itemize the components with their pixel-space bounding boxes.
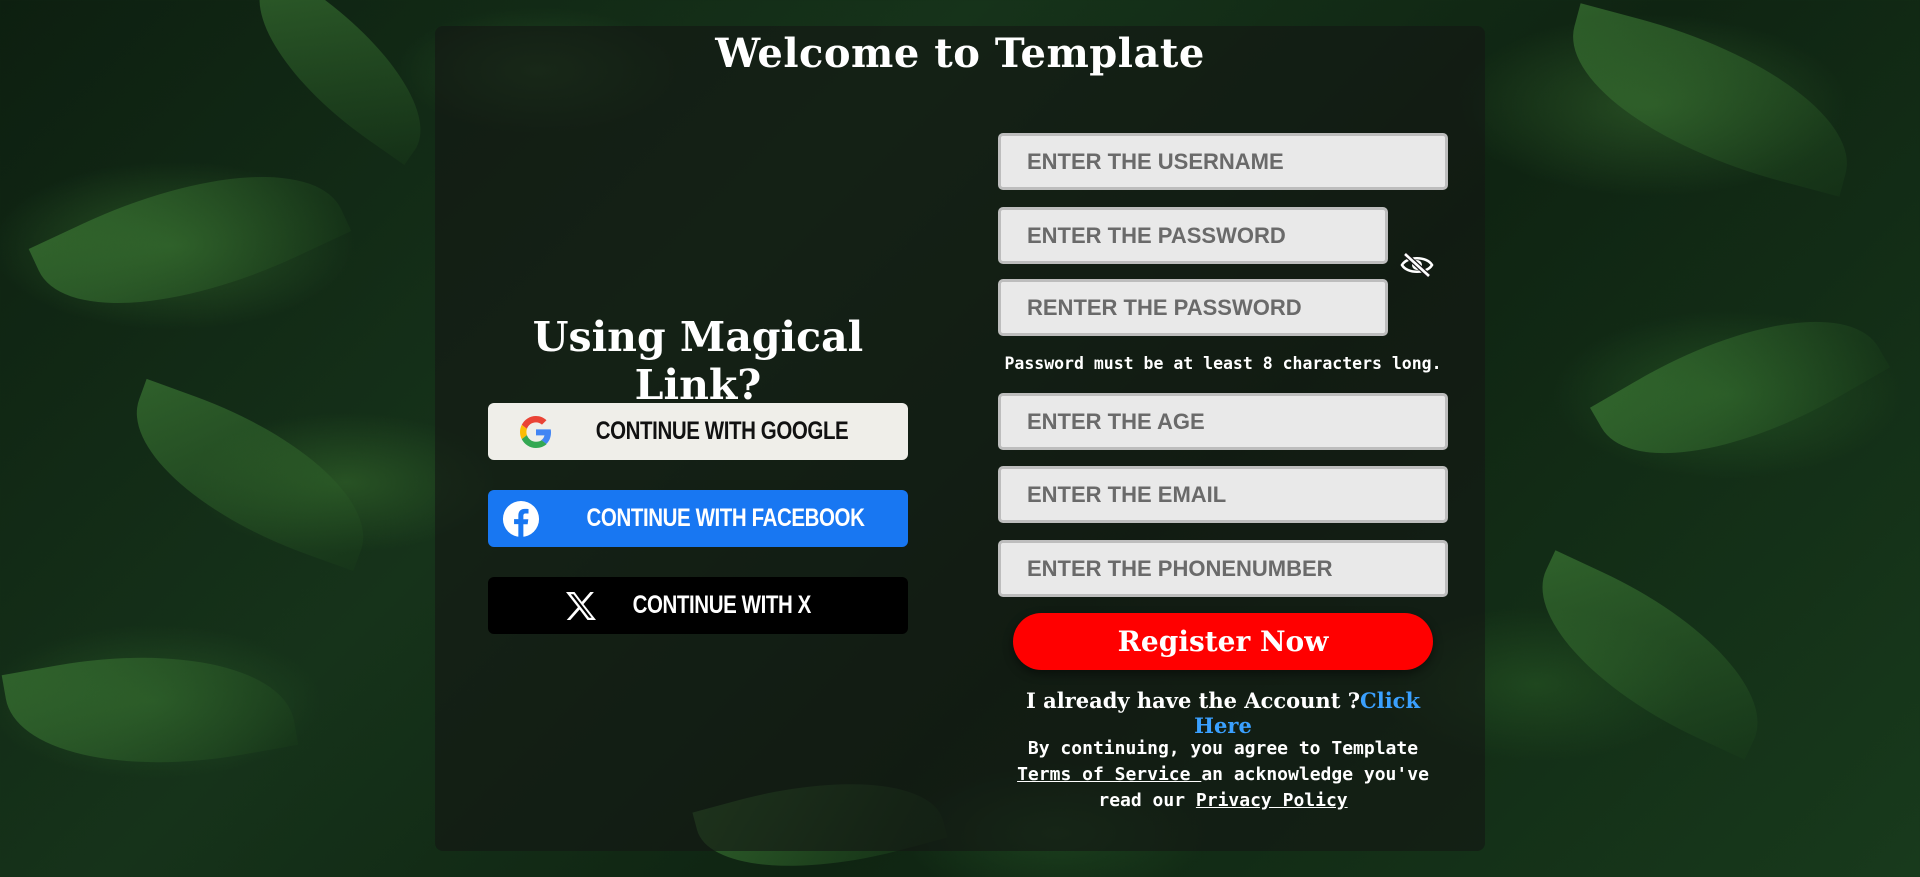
page-title: Welcome to Template (715, 30, 1205, 77)
terms-prefix: By continuing, you agree to Template (1027, 738, 1419, 759)
google-button-label: CONTINUE WITH GOOGLE (595, 417, 849, 445)
username-input[interactable] (998, 133, 1448, 190)
age-input[interactable] (998, 393, 1448, 450)
terms-of-service-link[interactable]: Terms of Service (1017, 764, 1201, 785)
background-leaf (109, 378, 391, 572)
repassword-input[interactable] (998, 279, 1388, 336)
facebook-button[interactable]: CONTINUE WITH FACEBOOK (488, 490, 908, 547)
email-input[interactable] (998, 466, 1448, 523)
privacy-policy-link[interactable]: Privacy Policy (1196, 790, 1348, 811)
password-hint: Password must be at least 8 characters l… (1004, 354, 1442, 373)
register-button-label: Register Now (1117, 625, 1329, 658)
phonenumber-input[interactable] (998, 540, 1448, 597)
background-leaf (28, 122, 352, 358)
magic-link-heading: Using Magical Link? (532, 313, 864, 409)
background-leaf (1508, 550, 1792, 760)
register-button[interactable]: Register Now (1013, 613, 1433, 670)
x-button-label: CONTINUE WITH X (632, 591, 812, 619)
existing-account-line: I already have the Account ?Click Here (998, 688, 1448, 738)
eye-slash-icon[interactable] (1400, 251, 1434, 279)
google-button[interactable]: CONTINUE WITH GOOGLE (488, 403, 908, 460)
background-leaf (224, 0, 456, 165)
existing-account-text: I already have the Account ? (1025, 688, 1361, 713)
google-icon (519, 415, 552, 448)
facebook-button-label: CONTINUE WITH FACEBOOK (586, 504, 864, 532)
background-leaf (1590, 267, 1890, 508)
background-leaf (1, 626, 299, 794)
x-icon (565, 591, 597, 621)
terms-notice: By continuing, you agree to Template Ter… (998, 736, 1448, 814)
facebook-icon (502, 500, 540, 538)
password-input[interactable] (998, 207, 1388, 264)
x-button[interactable]: CONTINUE WITH X (488, 577, 908, 634)
